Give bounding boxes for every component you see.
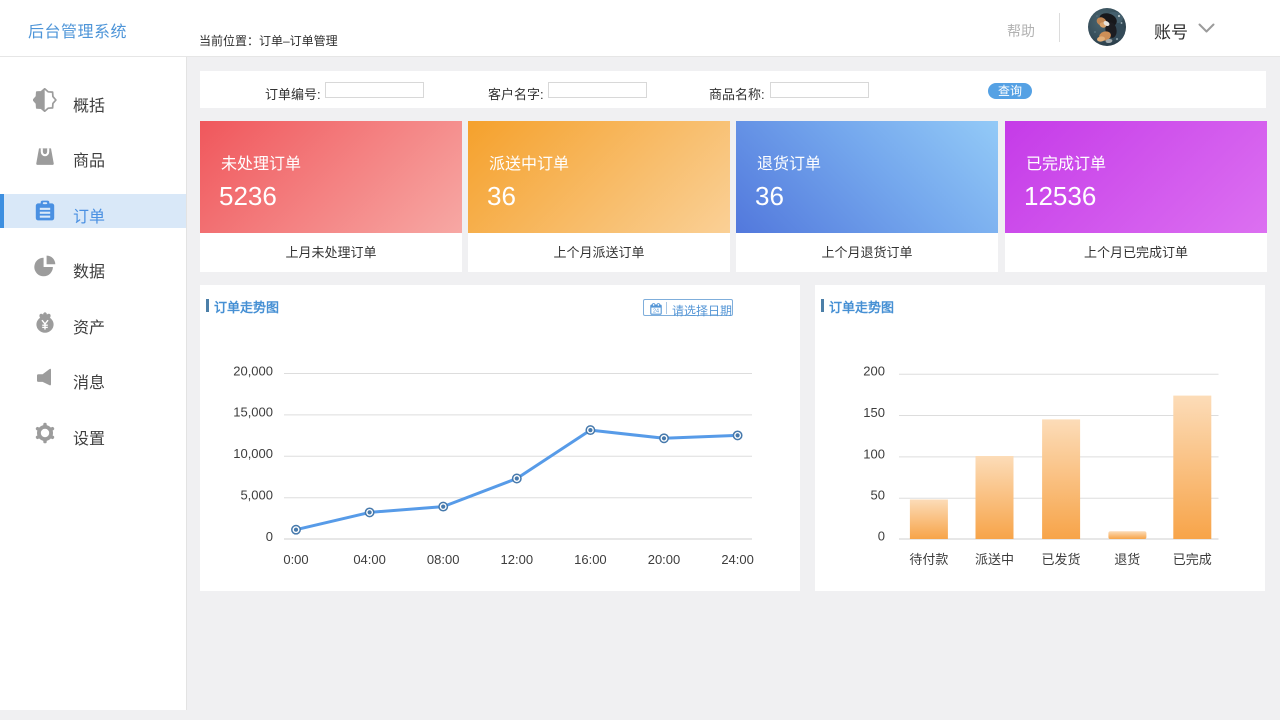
svg-text:100: 100 <box>863 446 885 461</box>
svg-text:04:00: 04:00 <box>353 552 386 567</box>
svg-text:派送中: 派送中 <box>975 552 1014 567</box>
svg-text:50: 50 <box>871 488 885 503</box>
svg-text:24:00: 24:00 <box>721 552 754 567</box>
svg-text:10,000: 10,000 <box>233 446 273 461</box>
svg-text:20:00: 20:00 <box>648 552 681 567</box>
svg-text:0:00: 0:00 <box>283 552 308 567</box>
svg-text:已发货: 已发货 <box>1041 552 1080 567</box>
svg-text:150: 150 <box>863 405 885 420</box>
svg-text:退货: 退货 <box>1114 552 1140 567</box>
svg-text:15,000: 15,000 <box>233 405 273 420</box>
svg-text:0: 0 <box>266 529 273 544</box>
svg-text:已完成: 已完成 <box>1173 552 1212 567</box>
svg-text:20,000: 20,000 <box>233 363 273 378</box>
svg-text:0: 0 <box>878 529 885 544</box>
svg-text:200: 200 <box>863 364 885 379</box>
svg-text:12:00: 12:00 <box>501 552 534 567</box>
svg-text:08:00: 08:00 <box>427 552 460 567</box>
svg-text:24: 24 <box>653 308 659 314</box>
svg-text:5,000: 5,000 <box>240 488 273 503</box>
svg-text:16:00: 16:00 <box>574 552 607 567</box>
svg-text:待付款: 待付款 <box>909 552 948 567</box>
